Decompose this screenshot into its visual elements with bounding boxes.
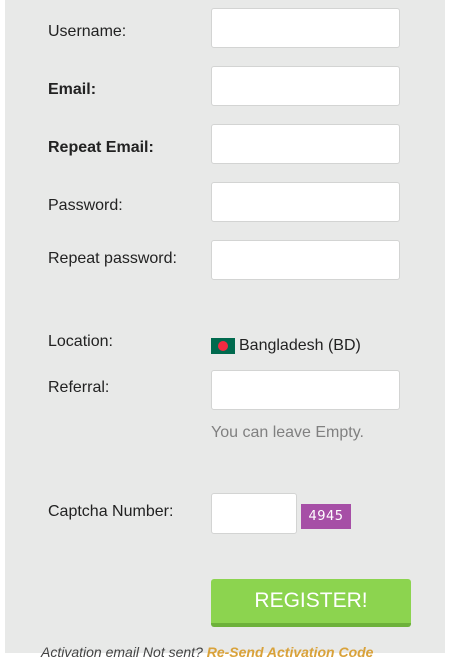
resend-activation-link[interactable]: Re-Send Activation Code: [207, 644, 374, 660]
repeat-password-label: Repeat password:: [48, 250, 177, 267]
username-input[interactable]: [211, 8, 400, 48]
captcha-label: Captcha Number:: [48, 503, 174, 520]
location-text: Bangladesh (BD): [239, 337, 361, 354]
referral-input[interactable]: [211, 370, 400, 410]
email-label: Email:: [48, 81, 97, 98]
password-input[interactable]: [211, 182, 400, 222]
register-button[interactable]: REGISTER!: [211, 579, 411, 627]
password-label: Password:: [48, 197, 123, 214]
activation-footer: Activation email Not sent? Re-Send Activ…: [41, 644, 373, 660]
repeat-email-label: Repeat Email:: [48, 139, 154, 156]
repeat-password-input[interactable]: [211, 240, 400, 280]
captcha-input[interactable]: [211, 493, 297, 534]
bangladesh-flag-icon: [211, 338, 235, 354]
repeat-email-input[interactable]: [211, 124, 400, 164]
email-input[interactable]: [211, 66, 400, 106]
username-label: Username:: [48, 23, 127, 40]
location-value: Bangladesh (BD): [211, 336, 361, 356]
registration-panel: Username: Email: Repeat Email: Password:…: [5, 0, 445, 660]
referral-hint: You can leave Empty.: [211, 424, 364, 441]
referral-label: Referral:: [48, 379, 110, 396]
location-label: Location:: [48, 333, 113, 350]
captcha-image: 4945: [301, 504, 351, 529]
footer-text: Activation email Not sent?: [41, 644, 207, 660]
